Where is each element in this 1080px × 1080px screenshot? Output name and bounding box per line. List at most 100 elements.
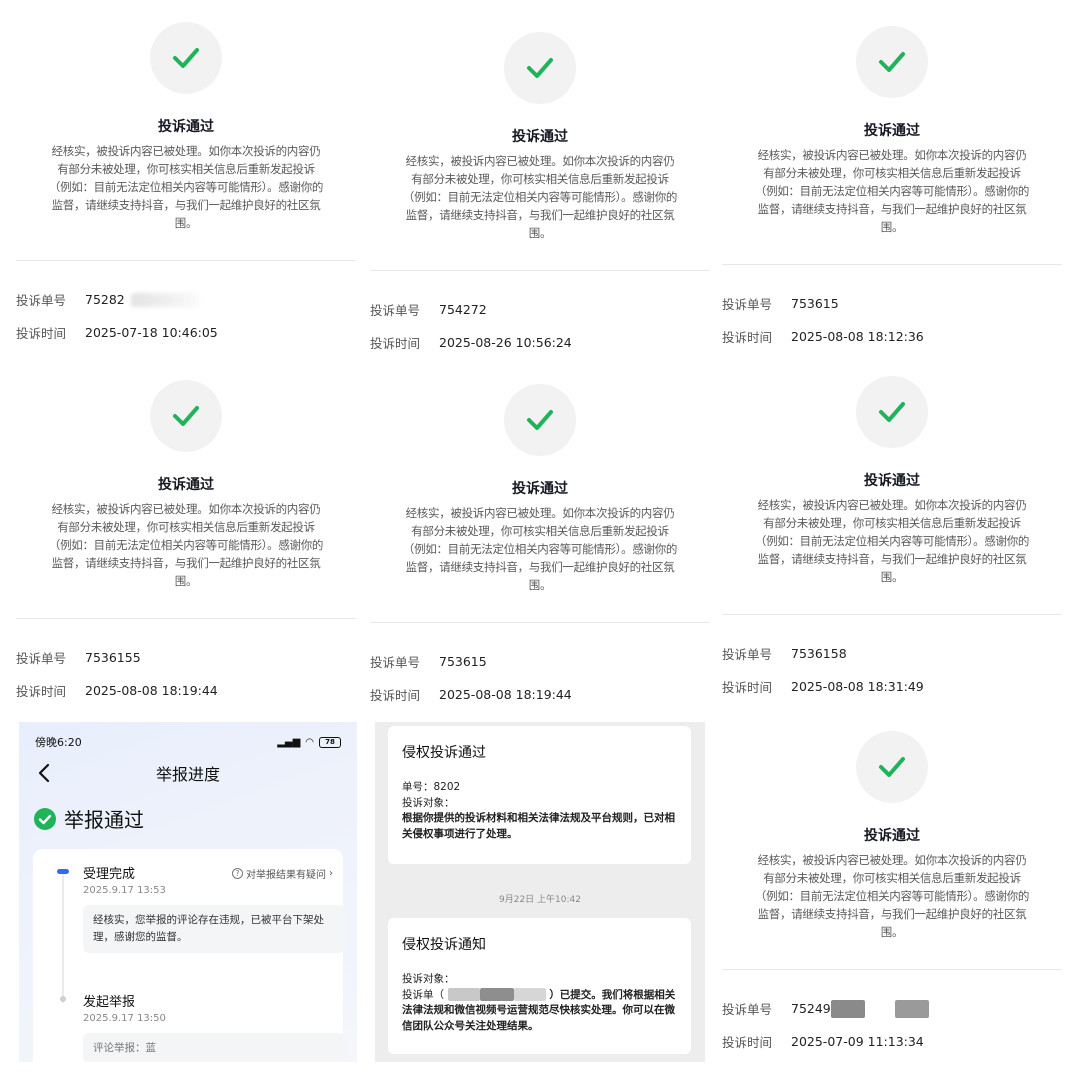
complaint-id-row: 投诉单号 7536155 xyxy=(16,648,356,667)
id-value: 75282 xyxy=(85,292,125,307)
time-label: 投诉时间 xyxy=(370,688,421,703)
id-label: 投诉单号 xyxy=(370,655,421,670)
divider xyxy=(370,270,710,271)
card-title: 投诉通过 xyxy=(864,473,920,489)
card-title: 投诉通过 xyxy=(864,828,920,844)
id-label: 投诉单号 xyxy=(16,293,67,308)
status-time: 傍晚6:20 xyxy=(35,736,82,749)
id-label: 投诉单号 xyxy=(722,1002,773,1017)
status-icons: ▂▄▆ ◠ 78 xyxy=(277,736,341,748)
ticket-number: 单号：8202 xyxy=(402,781,461,793)
complaint-time-row: 投诉时间 2025-08-26 10:56:24 xyxy=(370,333,710,352)
chevron-right-icon: › xyxy=(329,868,333,879)
page-title: 举报进度 xyxy=(155,765,220,784)
time-value: 2025-08-08 18:19:44 xyxy=(85,683,218,698)
id-value: 753615 xyxy=(439,654,487,669)
divider xyxy=(370,622,710,623)
divider xyxy=(722,264,1062,265)
redaction xyxy=(830,999,865,1018)
check-icon xyxy=(856,26,928,98)
complaint-time-row: 投诉时间 2025-08-08 18:19:44 xyxy=(370,685,710,704)
passed-text: 举报通过 xyxy=(64,808,144,832)
divider xyxy=(16,260,356,261)
back-icon[interactable] xyxy=(35,762,55,784)
step-detail: 经核实，您举报的评论存在违规，已被平台下架处理，感谢您的监督。 xyxy=(83,905,345,953)
message-time: 9月22日 上午10:42 xyxy=(499,895,581,905)
card-title: 投诉通过 xyxy=(158,477,214,493)
battery-icon: 78 xyxy=(319,736,341,748)
notification-title: 侵权投诉通过 xyxy=(402,745,486,761)
time-value: 2025-08-08 18:31:49 xyxy=(791,679,924,694)
redaction xyxy=(130,292,201,307)
card-description: 经核实，被投诉内容已被处理。如你本次投诉的内容仍 有部分未被处理，你可核实相关信息… xyxy=(754,853,1030,939)
check-icon xyxy=(856,731,928,803)
complaint-id-row: 投诉单号 753615 xyxy=(370,652,710,671)
complaint-time-row: 投诉时间 2025-08-08 18:19:44 xyxy=(16,681,356,700)
time-value: 2025-08-26 10:56:24 xyxy=(439,335,572,350)
report-passed-header: 举报通过 xyxy=(34,804,144,833)
id-value: 7536155 xyxy=(85,650,141,665)
complaint-id-row: 投诉单号 75249 xyxy=(722,999,1062,1018)
notification-card[interactable]: 侵权投诉通过 单号：8202 投诉对象： 根据你提供的投诉材料和相关法律法规及平… xyxy=(388,726,691,864)
signal-icon: ▂▄▆ xyxy=(277,736,301,748)
complaint-time-row: 投诉时间 2025-07-18 10:46:05 xyxy=(16,323,356,342)
time-value: 2025-08-08 18:12:36 xyxy=(791,329,924,344)
check-icon xyxy=(504,32,576,104)
time-value: 2025-07-18 10:46:05 xyxy=(85,325,218,340)
notification-body: 单号：8202 投诉对象： 根据你提供的投诉材料和相关法律法规及平台规则，已对相… xyxy=(402,780,677,842)
complaint-id-row: 投诉单号 7536158 xyxy=(722,644,1062,663)
complaint-time-row: 投诉时间 2025-08-08 18:31:49 xyxy=(722,677,1062,696)
notification-card[interactable]: 侵权投诉通知 投诉对象： 投诉单（ ）已提交。我们将根据相关法律法规和微信视频号… xyxy=(388,918,691,1054)
step-date: 2025.9.17 13:50 xyxy=(83,1013,166,1024)
check-icon xyxy=(504,384,576,456)
timeline-card: 受理完成 ? 对举报结果有疑问 › 2025.9.17 13:53 经核实，您举… xyxy=(33,849,345,1062)
step-title: 受理完成 xyxy=(83,867,136,882)
id-label: 投诉单号 xyxy=(16,651,67,666)
complaint-target: 投诉对象： xyxy=(402,796,455,809)
query-link-label: 对举报结果有疑问 xyxy=(246,870,326,881)
notification-title: 侵权投诉通知 xyxy=(402,937,486,953)
time-label: 投诉时间 xyxy=(16,684,67,699)
id-label: 投诉单号 xyxy=(722,647,773,662)
time-value: 2025-08-08 18:19:44 xyxy=(439,687,572,702)
status-bar: 傍晚6:20 ▂▄▆ ◠ 78 xyxy=(35,734,341,750)
notification-body: 投诉对象： 投诉单（ ）已提交。我们将根据相关法律法规和微信视频号运营规范尽快核… xyxy=(402,972,677,1034)
check-icon xyxy=(856,376,928,448)
id-value: 75249 xyxy=(791,1001,831,1016)
id-label: 投诉单号 xyxy=(722,297,773,312)
card-title: 投诉通过 xyxy=(158,119,214,135)
time-label: 投诉时间 xyxy=(722,680,773,695)
step-date: 2025.9.17 13:53 xyxy=(83,885,166,896)
redaction xyxy=(894,999,929,1018)
id-label: 投诉单号 xyxy=(370,303,421,318)
step-detail: 评论举报：蓝 xyxy=(83,1033,345,1062)
timeline-line xyxy=(62,873,64,1003)
time-label: 投诉时间 xyxy=(722,1035,773,1050)
complaint-time-row: 投诉时间 2025-07-09 11:13:34 xyxy=(722,1032,1062,1051)
complaint-target: 投诉对象： xyxy=(402,973,455,985)
time-label: 投诉时间 xyxy=(722,330,773,345)
report-progress-screen: 傍晚6:20 ▂▄▆ ◠ 78 举报进度 举报通过 受理完成 ? 对举报结果有疑… xyxy=(19,722,357,1062)
divider xyxy=(722,969,1062,970)
notification-text: 根据你提供的投诉材料和相关法律法规及平台规则，已对相关侵权事项进行了处理。 xyxy=(402,812,675,840)
notification-text-prefix: 投诉单（ xyxy=(402,988,444,1001)
id-value: 7536158 xyxy=(791,646,847,661)
check-icon xyxy=(150,380,222,452)
question-icon: ? xyxy=(232,868,243,879)
complaint-id-row: 投诉单号 75282 xyxy=(16,290,356,309)
check-icon xyxy=(150,22,222,94)
time-label: 投诉时间 xyxy=(16,326,67,341)
wifi-icon: ◠ xyxy=(305,736,314,748)
card-description: 经核实，被投诉内容已被处理。如你本次投诉的内容仍 有部分未被处理，你可核实相关信息… xyxy=(754,148,1030,234)
complaint-time-row: 投诉时间 2025-08-08 18:12:36 xyxy=(722,327,1062,346)
query-result-link[interactable]: ? 对举报结果有疑问 › xyxy=(232,866,333,881)
card-description: 经核实，被投诉内容已被处理。如你本次投诉的内容仍 有部分未被处理，你可核实相关信息… xyxy=(48,144,324,230)
wechat-notification-screen: 侵权投诉通过 单号：8202 投诉对象： 根据你提供的投诉材料和相关法律法规及平… xyxy=(375,722,705,1062)
card-title: 投诉通过 xyxy=(512,481,568,497)
timeline-marker-active xyxy=(57,869,69,874)
check-circle-icon xyxy=(34,807,56,830)
time-value: 2025-07-09 11:13:34 xyxy=(791,1034,924,1049)
redaction xyxy=(479,988,514,1001)
id-value: 753615 xyxy=(791,296,839,311)
timeline-marker xyxy=(60,996,66,1002)
